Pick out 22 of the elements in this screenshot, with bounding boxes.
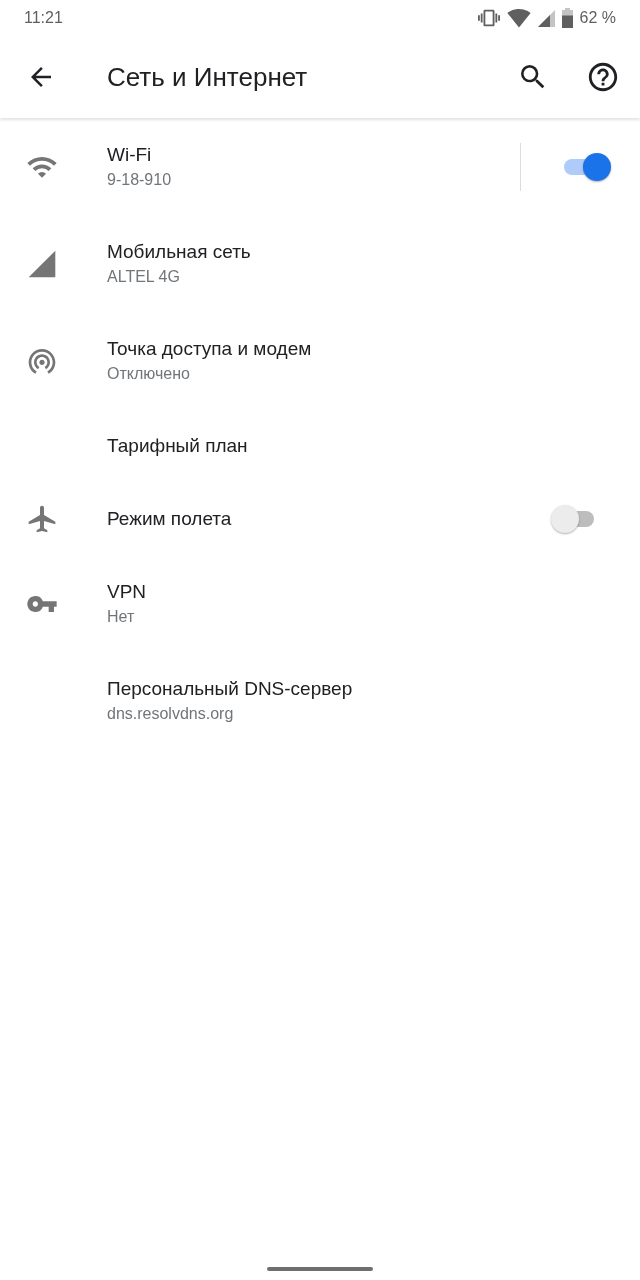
setting-title[interactable]: Мобильная сеть (107, 240, 251, 264)
setting-title[interactable]: Режим полета (107, 506, 232, 531)
signal-icon (537, 9, 555, 27)
gesture-handle[interactable] (267, 1267, 373, 1271)
setting-summary: ALTEL 4G (107, 267, 180, 287)
setting-summary: dns.resolvdns.org (107, 704, 234, 724)
setting-title[interactable]: VPN (107, 580, 147, 604)
wifi-icon (506, 6, 531, 30)
setting-title[interactable]: Тарифный план (107, 433, 248, 458)
vibrate-icon (477, 7, 500, 29)
setting-summary: Нет (107, 607, 135, 627)
setting-title[interactable]: Wi-Fi (107, 143, 152, 167)
battery-icon (561, 8, 573, 28)
status-time: 11:21 (24, 8, 63, 28)
battery-percent: 62 % (579, 8, 616, 28)
setting-summary: 9-18-910 (107, 170, 172, 190)
help-icon (586, 60, 620, 94)
setting-title[interactable]: Персональный DNS-сервер (107, 677, 353, 701)
setting-title[interactable]: Точка доступа и модем (107, 337, 312, 361)
setting-summary: Отключено (107, 364, 190, 384)
page-title: Сеть и Интернет (107, 61, 309, 93)
wifi-switch[interactable] (562, 151, 612, 182)
